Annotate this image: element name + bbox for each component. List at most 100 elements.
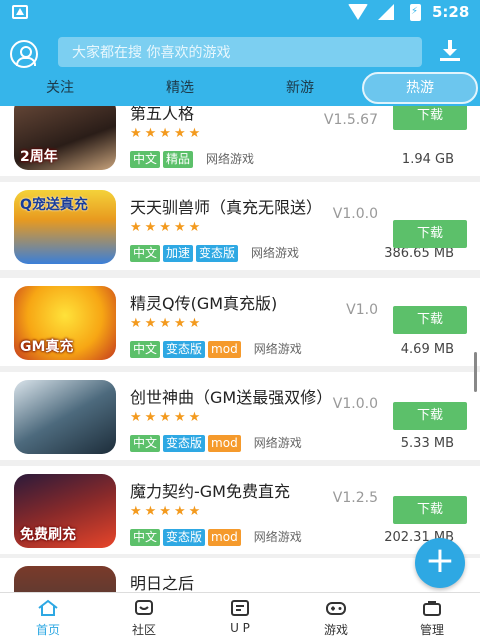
game-tags: 中文 精品 网络游戏 <box>130 148 255 168</box>
game-version: V1.5.67 <box>323 112 378 128</box>
tag-badge: 中文 <box>130 529 161 546</box>
add-floating-button[interactable]: + <box>415 538 465 588</box>
nav-manage[interactable]: 管理 <box>384 593 480 640</box>
icon-caption: 免费刷充 <box>20 527 76 543</box>
nav-manage-label: 管理 <box>419 623 444 637</box>
bottom-navigation: 首页 社区 U P 游戏 管理 <box>0 592 480 640</box>
tag-badge: 变态版 <box>163 435 206 452</box>
nav-home-label: 首页 <box>35 623 60 637</box>
icon-caption: Q宠送真充 <box>20 197 88 213</box>
game-version: V1.0.0 <box>332 206 378 222</box>
tab-hot-games[interactable]: 热游 <box>362 72 478 104</box>
icon-caption: 2周年 <box>20 149 58 165</box>
game-card[interactable]: 明日之后 <box>0 558 480 592</box>
tag-badge: mod <box>208 435 241 452</box>
game-version: V1.2.5 <box>332 490 378 506</box>
rating-stars: ★★★★★ <box>130 126 204 141</box>
game-icon <box>14 566 116 592</box>
tag-badge: 加速 <box>163 245 194 262</box>
game-card[interactable]: 创世神曲（GM送最强双修） ★★★★★ 中文 变态版 mod 网络游戏 V1.0.0 … <box>0 372 480 460</box>
game-category: 网络游戏 <box>253 530 302 544</box>
game-tags: 中文 加速 变态版 网络游戏 <box>130 242 300 262</box>
user-avatar-icon[interactable] <box>10 40 38 68</box>
status-bar: 5:28 <box>0 0 480 26</box>
download-button[interactable]: 下载 <box>393 306 467 334</box>
tab-featured[interactable]: 精选 <box>130 72 230 104</box>
search-placeholder: 大家都在搜 你喜欢的游戏 <box>72 45 231 61</box>
game-name[interactable]: 创世神曲（GM送最强双修） <box>130 384 332 408</box>
nav-community[interactable]: 社区 <box>96 593 192 640</box>
game-icon: 2周年 <box>14 106 116 170</box>
game-card[interactable]: 2周年 第五人格 ★★★★★ 中文 精品 网络游戏 V1.5.67 1.94 GB … <box>0 106 480 176</box>
tag-badge: 变态版 <box>196 245 239 262</box>
rating-stars: ★★★★★ <box>130 410 204 425</box>
nav-games-label: 游戏 <box>323 623 348 637</box>
category-tabs: 关注 精选 新游 热游 <box>0 72 480 106</box>
status-time: 5:28 <box>432 3 470 21</box>
download-button[interactable]: 下载 <box>393 106 467 130</box>
tag-badge: 中文 <box>130 151 161 168</box>
top-header: 5:28 大家都在搜 你喜欢的游戏 关注 精选 新游 热游 <box>0 0 480 106</box>
game-name[interactable]: 魔力契约-GM免费直充 <box>130 478 290 502</box>
icon-caption: GM真充 <box>20 339 74 355</box>
list-scrollbar[interactable] <box>474 352 477 392</box>
game-card[interactable]: GM真充 精灵Q传(GM真充版) ★★★★★ 中文 变态版 mod 网络游戏 V1.0… <box>0 278 480 366</box>
game-tags: 中文 变态版 mod 网络游戏 <box>130 338 302 358</box>
community-icon <box>135 600 153 615</box>
game-tags: 中文 变态版 mod 网络游戏 <box>130 432 302 452</box>
search-input[interactable]: 大家都在搜 你喜欢的游戏 <box>58 37 422 67</box>
game-icon: 免费刷充 <box>14 474 116 548</box>
manage-icon <box>423 601 441 616</box>
download-button[interactable]: 下载 <box>393 496 467 524</box>
game-size: 5.33 MB <box>400 436 454 451</box>
download-manager-icon[interactable] <box>440 40 460 62</box>
rating-stars: ★★★★★ <box>130 316 204 331</box>
game-icon: GM真充 <box>14 286 116 360</box>
game-version: V1.0 <box>346 302 378 318</box>
nav-up[interactable]: U P <box>192 593 288 640</box>
gamepad-icon <box>326 602 346 615</box>
tag-badge: mod <box>208 529 241 546</box>
home-icon <box>38 599 58 616</box>
tag-badge: 精品 <box>163 151 194 168</box>
nav-community-label: 社区 <box>131 623 156 637</box>
notification-icon <box>12 5 28 19</box>
tag-badge: 中文 <box>130 245 161 262</box>
nav-home[interactable]: 首页 <box>0 593 96 640</box>
game-card[interactable]: Q宠送真充 天天驯兽师（真充无限送） ★★★★★ 中文 加速 变态版 网络游戏 V1.… <box>0 182 480 270</box>
tag-badge: mod <box>208 341 241 358</box>
game-icon: Q宠送真充 <box>14 190 116 264</box>
rating-stars: ★★★★★ <box>130 220 204 235</box>
game-name[interactable]: 天天驯兽师（真充无限送） <box>130 194 322 218</box>
tag-badge: 中文 <box>130 435 161 452</box>
wifi-icon <box>348 4 368 20</box>
up-icon <box>231 600 249 616</box>
game-size: 386.65 MB <box>384 246 454 261</box>
game-size: 1.94 GB <box>401 152 454 167</box>
game-tags: 中文 变态版 mod 网络游戏 <box>130 526 302 546</box>
tab-new-games[interactable]: 新游 <box>250 72 350 104</box>
game-name[interactable]: 精灵Q传(GM真充版) <box>130 290 277 314</box>
battery-icon <box>410 4 421 21</box>
game-category: 网络游戏 <box>206 152 255 166</box>
game-size: 4.69 MB <box>400 342 454 357</box>
game-version: V1.0.0 <box>332 396 378 412</box>
game-category: 网络游戏 <box>251 246 300 260</box>
tag-badge: 变态版 <box>163 529 206 546</box>
tab-follow[interactable]: 关注 <box>10 72 110 104</box>
game-card[interactable]: 免费刷充 魔力契约-GM免费直充 ★★★★★ 中文 变态版 mod 网络游戏 V1.2… <box>0 466 480 554</box>
game-icon <box>14 380 116 454</box>
tag-badge: 变态版 <box>163 341 206 358</box>
rating-stars: ★★★★★ <box>130 504 204 519</box>
game-name[interactable]: 明日之后 <box>130 570 194 592</box>
nav-games[interactable]: 游戏 <box>288 593 384 640</box>
nav-up-label: U P <box>230 621 250 635</box>
tag-badge: 中文 <box>130 341 161 358</box>
game-name[interactable]: 第五人格 <box>130 106 194 124</box>
game-category: 网络游戏 <box>253 436 302 450</box>
download-button[interactable]: 下载 <box>393 220 467 248</box>
game-category: 网络游戏 <box>253 342 302 356</box>
signal-icon <box>378 4 394 20</box>
game-list: 2周年 第五人格 ★★★★★ 中文 精品 网络游戏 V1.5.67 1.94 GB … <box>0 106 480 592</box>
download-button[interactable]: 下载 <box>393 402 467 430</box>
